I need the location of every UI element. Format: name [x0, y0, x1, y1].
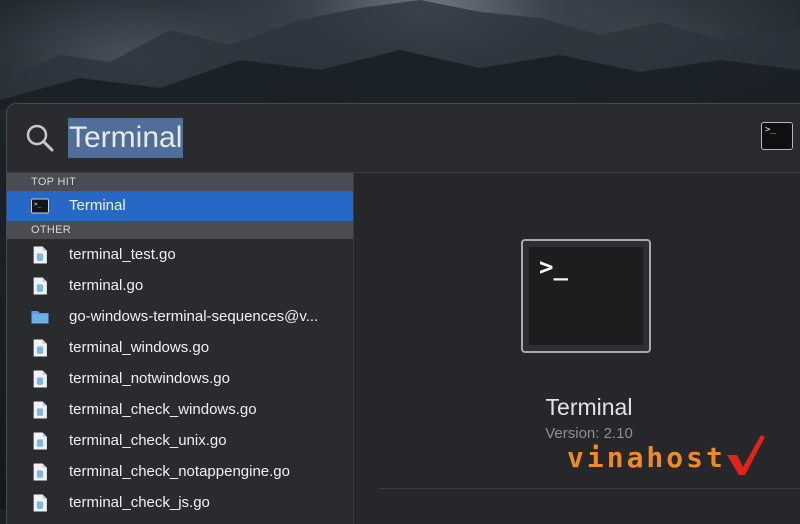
- result-item-terminal[interactable]: >_ Terminal: [7, 191, 353, 221]
- preview-divider: [379, 488, 800, 489]
- result-item-label: terminal_check_notappengine.go: [69, 463, 290, 480]
- result-item[interactable]: terminal_windows.go: [7, 332, 353, 363]
- result-item[interactable]: terminal_notwindows.go: [7, 363, 353, 394]
- go-file-icon: [33, 277, 47, 295]
- go-file-icon: [33, 432, 47, 450]
- mountain-ridge-graphic: [0, 0, 800, 110]
- result-item[interactable]: terminal_test.go: [7, 239, 353, 270]
- search-input[interactable]: Terminal: [68, 118, 184, 158]
- terminal-preview-icon: >_: [761, 122, 793, 150]
- result-item[interactable]: terminal_check_windows.go: [7, 394, 353, 425]
- search-icon: [26, 124, 54, 152]
- result-item[interactable]: [7, 518, 353, 524]
- result-item-label: terminal.go: [69, 277, 144, 294]
- result-item[interactable]: go-windows-terminal-sequences@v...: [7, 301, 353, 332]
- result-item-label: terminal_test.go: [69, 246, 176, 263]
- go-file-icon: [33, 401, 47, 419]
- svg-text:>_: >_: [34, 201, 42, 208]
- section-header-top-hit: TOP HIT: [7, 173, 353, 191]
- checkmark-logo-icon: [727, 435, 765, 475]
- results-list: TOP HIT >_ Terminal OTHER terminal_test.…: [7, 173, 354, 524]
- result-item-label: terminal_notwindows.go: [69, 370, 230, 387]
- result-item[interactable]: terminal_check_unix.go: [7, 425, 353, 456]
- vinahost-watermark: vinahost: [567, 433, 767, 478]
- terminal-prompt-glyph: >_: [539, 253, 568, 281]
- preview-app-name: Terminal: [545, 394, 633, 420]
- terminal-icon-screen: >_: [529, 247, 643, 345]
- watermark-text: vinahost: [567, 441, 726, 474]
- go-file-icon: [33, 370, 47, 388]
- result-item-label: go-windows-terminal-sequences@v...: [69, 308, 319, 325]
- result-item-label: terminal_check_js.go: [69, 494, 210, 511]
- go-file-icon: [33, 246, 47, 264]
- result-item[interactable]: terminal_check_notappengine.go: [7, 456, 353, 487]
- result-item-label: terminal_check_unix.go: [69, 432, 227, 449]
- section-header-other: OTHER: [7, 221, 353, 239]
- go-file-icon: [33, 463, 47, 481]
- go-file-icon: [33, 339, 47, 357]
- result-item[interactable]: terminal_check_js.go: [7, 487, 353, 518]
- result-item-label: terminal_windows.go: [69, 339, 210, 356]
- search-bar: Terminal >_: [7, 104, 800, 173]
- result-item[interactable]: terminal.go: [7, 270, 353, 301]
- folder-icon: [31, 311, 49, 324]
- result-item-label: Terminal: [69, 197, 126, 214]
- terminal-app-icon: >_: [31, 198, 49, 214]
- terminal-large-icon: >_: [521, 239, 651, 353]
- result-item-label: terminal_check_windows.go: [69, 401, 257, 418]
- go-file-icon: [33, 494, 47, 512]
